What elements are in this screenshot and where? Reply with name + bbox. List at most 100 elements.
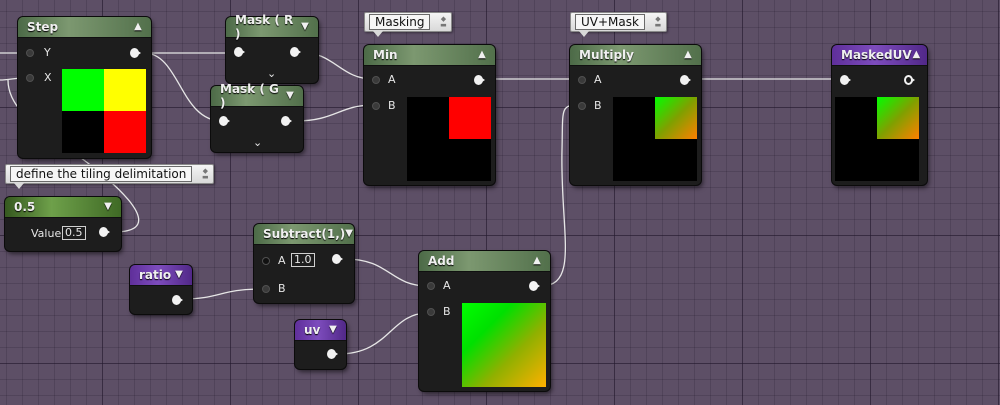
mask-g-output-pin[interactable] bbox=[281, 116, 293, 126]
step-node-header[interactable]: Step ▲ bbox=[18, 17, 151, 38]
uv-node-header[interactable]: uv ▼ bbox=[295, 320, 346, 341]
masked-uv-input-pin[interactable] bbox=[840, 75, 852, 85]
masked-uv-output-pin[interactable] bbox=[904, 75, 916, 85]
subtract-node-header[interactable]: Subtract(1,) ▼ bbox=[254, 224, 354, 245]
comment-text-uv-mask[interactable]: UV+Mask bbox=[575, 14, 645, 30]
step-input-y-label: Y bbox=[44, 46, 51, 59]
multiply-node[interactable]: Multiply ▲ A B bbox=[570, 45, 701, 185]
expand-chevron-icon[interactable]: ⌄ bbox=[267, 67, 276, 80]
wire-mask-g-to-min-b bbox=[295, 104, 374, 122]
ratio-parameter-node[interactable]: ratio ▼ bbox=[130, 265, 192, 314]
constant-node-header[interactable]: 0.5 ▼ bbox=[5, 197, 121, 218]
ratio-node-title: ratio bbox=[139, 268, 172, 282]
chevron-up-icon[interactable]: ▲ bbox=[131, 22, 145, 32]
expand-chevron-icon[interactable]: ⌄ bbox=[253, 136, 262, 149]
subtract-node-title: Subtract(1,) bbox=[263, 227, 346, 241]
chevron-down-icon[interactable]: ▼ bbox=[101, 202, 115, 212]
grip-icon[interactable]: ◆ ▬ bbox=[653, 16, 663, 29]
subtract-output-pin[interactable] bbox=[332, 254, 344, 264]
constant-node-title: 0.5 bbox=[14, 200, 36, 214]
min-input-a-label: A bbox=[388, 73, 396, 86]
add-output-pin[interactable] bbox=[529, 281, 541, 291]
step-input-y-pin[interactable] bbox=[26, 49, 34, 57]
ratio-node-header[interactable]: ratio ▼ bbox=[130, 265, 192, 286]
add-node-title: Add bbox=[428, 254, 455, 268]
multiply-node-title: Multiply bbox=[579, 48, 634, 62]
subtract-input-a-pin[interactable] bbox=[262, 257, 270, 265]
masked-uv-node[interactable]: MaskedUV ▲ bbox=[832, 45, 927, 185]
add-input-a-label: A bbox=[443, 279, 451, 292]
add-input-a-pin[interactable] bbox=[427, 282, 435, 290]
mask-g-node-title: Mask ( G ) bbox=[220, 82, 279, 110]
add-node-header[interactable]: Add ▲ bbox=[419, 251, 550, 272]
masked-uv-node-title: MaskedUV bbox=[841, 48, 912, 62]
subtract-input-a-label: A bbox=[278, 254, 286, 267]
wire-uv-to-add-b bbox=[337, 312, 429, 355]
subtract-input-b-label: B bbox=[278, 282, 286, 295]
step-input-x-pin[interactable] bbox=[26, 74, 34, 82]
mask-r-node-title: Mask ( R ) bbox=[235, 13, 294, 41]
mask-g-input-pin[interactable] bbox=[219, 116, 231, 126]
ratio-output-pin[interactable] bbox=[172, 295, 184, 305]
chevron-down-icon[interactable]: ▼ bbox=[326, 325, 340, 335]
min-input-b-pin[interactable] bbox=[372, 102, 380, 110]
multiply-input-b-label: B bbox=[594, 99, 602, 112]
add-input-b-label: B bbox=[443, 305, 451, 318]
subtract-input-b-pin[interactable] bbox=[262, 285, 270, 293]
comment-text-tiling[interactable]: define the tiling delimitation bbox=[10, 166, 193, 182]
min-input-a-pin[interactable] bbox=[372, 76, 380, 84]
multiply-input-a-pin[interactable] bbox=[578, 76, 586, 84]
uv-output-pin[interactable] bbox=[327, 349, 339, 359]
mask-g-node[interactable]: Mask ( G ) ▼ ⌄ bbox=[211, 82, 303, 152]
constant-value-label: Value bbox=[31, 227, 62, 240]
grip-icon[interactable]: ◆ ▬ bbox=[200, 168, 210, 181]
step-output-pin[interactable] bbox=[130, 48, 142, 58]
grip-icon[interactable]: ◆ ▬ bbox=[438, 16, 448, 29]
comment-bubble-tiling[interactable]: define the tiling delimitation ◆ ▬ bbox=[5, 164, 215, 189]
multiply-node-header[interactable]: Multiply ▲ bbox=[570, 45, 701, 66]
step-node[interactable]: Step ▲ Y X bbox=[18, 17, 151, 158]
wire-ratio-to-subtract bbox=[182, 288, 263, 300]
step-preview bbox=[62, 69, 146, 153]
mask-g-node-header[interactable]: Mask ( G ) ▼ bbox=[211, 82, 303, 110]
min-output-pin[interactable] bbox=[474, 75, 486, 85]
chevron-up-icon[interactable]: ▲ bbox=[681, 50, 695, 60]
min-node[interactable]: Min ▲ A B bbox=[364, 45, 495, 185]
constant-output-pin[interactable] bbox=[99, 227, 111, 237]
multiply-input-b-pin[interactable] bbox=[578, 102, 586, 110]
chevron-down-icon[interactable]: ▼ bbox=[283, 91, 297, 101]
chevron-down-icon[interactable]: ▼ bbox=[172, 270, 186, 280]
constant-node[interactable]: 0.5 ▼ Value 0.5 bbox=[5, 197, 121, 251]
mask-r-input-pin[interactable] bbox=[234, 47, 246, 57]
masked-uv-preview bbox=[835, 97, 919, 181]
min-preview bbox=[407, 97, 491, 181]
min-input-b-label: B bbox=[388, 99, 396, 112]
chevron-up-icon[interactable]: ▲ bbox=[912, 50, 921, 60]
comment-text-masking[interactable]: Masking bbox=[369, 14, 431, 30]
chevron-down-icon[interactable]: ▼ bbox=[345, 229, 353, 239]
step-node-title: Step bbox=[27, 20, 59, 34]
multiply-output-pin[interactable] bbox=[680, 75, 692, 85]
subtract-input-a-value[interactable]: 1.0 bbox=[291, 253, 315, 267]
multiply-preview bbox=[613, 97, 697, 181]
mask-r-output-pin[interactable] bbox=[290, 47, 302, 57]
multiply-input-a-label: A bbox=[594, 73, 602, 86]
min-node-title: Min bbox=[373, 48, 398, 62]
comment-bubble-uv-mask[interactable]: UV+Mask ◆ ▬ bbox=[570, 12, 667, 37]
masked-uv-node-header[interactable]: MaskedUV ▲ bbox=[832, 45, 927, 66]
subtract-node[interactable]: Subtract(1,) ▼ A 1.0 B bbox=[254, 224, 354, 303]
uv-node-title: uv bbox=[304, 323, 321, 337]
min-node-header[interactable]: Min ▲ bbox=[364, 45, 495, 66]
mask-r-node-header[interactable]: Mask ( R ) ▼ bbox=[226, 13, 318, 41]
mask-r-node[interactable]: Mask ( R ) ▼ ⌄ bbox=[226, 13, 318, 83]
step-input-x-label: X bbox=[44, 71, 52, 84]
chevron-up-icon[interactable]: ▲ bbox=[475, 50, 489, 60]
add-input-b-pin[interactable] bbox=[427, 308, 435, 316]
constant-value-field[interactable]: 0.5 bbox=[62, 226, 86, 240]
chevron-down-icon[interactable]: ▼ bbox=[298, 22, 312, 32]
wire-subtract-to-add-a bbox=[344, 258, 429, 287]
comment-bubble-masking[interactable]: Masking ◆ ▬ bbox=[364, 12, 453, 37]
add-node[interactable]: Add ▲ A B bbox=[419, 251, 550, 391]
uv-parameter-node[interactable]: uv ▼ bbox=[295, 320, 346, 369]
chevron-up-icon[interactable]: ▲ bbox=[530, 256, 544, 266]
